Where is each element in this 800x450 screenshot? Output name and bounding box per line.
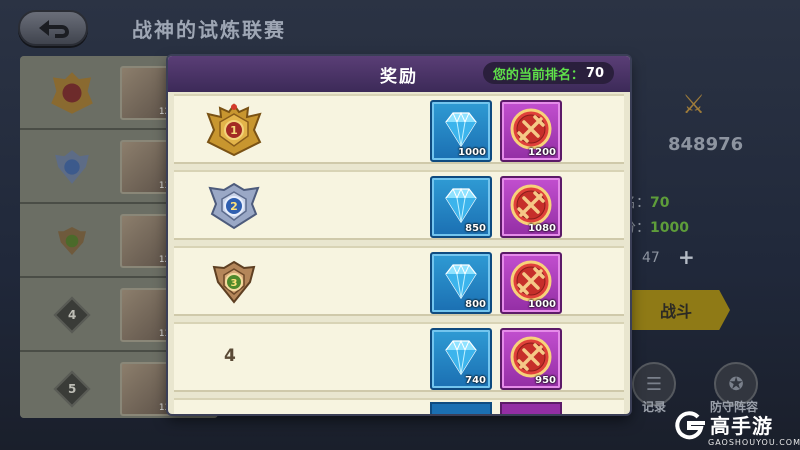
sword-medal-icon — [510, 336, 552, 378]
current-rank-value: 70 — [585, 65, 604, 81]
rank-diamond: 5 — [53, 370, 91, 408]
ticket-count: 47 — [642, 250, 660, 266]
gem-quantity: 740 — [465, 375, 486, 386]
brand-logo-icon — [675, 411, 705, 440]
reward-row-partial — [174, 398, 624, 414]
add-ticket-button[interactable]: + — [678, 245, 695, 269]
dialog-header: 奖励 您的当前排名： 70 — [168, 56, 630, 92]
watermark: 高手游 GAOSHOUYOU.COM — [672, 408, 800, 450]
coin-quantity: 950 — [535, 375, 556, 386]
reward-row-rank-3: 3 800 1000 — [174, 246, 624, 316]
fight-button[interactable]: 战斗 — [622, 290, 730, 330]
svg-text:3: 3 — [231, 278, 238, 289]
rank-badge-silver-icon — [38, 140, 106, 194]
score-stat: 分：1000 — [622, 220, 689, 236]
reward-row-rank-2: 2 850 1080 — [174, 170, 624, 240]
game-screen: 战神的试炼联赛 123 134 123 4 136 — [0, 0, 800, 450]
diamond-icon — [445, 263, 477, 300]
gem-quantity: 850 — [465, 223, 486, 234]
gem-quantity: 1000 — [458, 147, 486, 158]
coin-quantity: 1080 — [528, 223, 556, 234]
sword-medal-icon — [510, 108, 552, 150]
coin-reward[interactable]: 1000 — [500, 252, 562, 314]
gem-reward-partial — [430, 402, 492, 414]
back-arrow-icon — [39, 20, 69, 38]
reward-dialog: 奖励 您的当前排名： 70 1 1000 1200 2 850 1080 3 8… — [168, 56, 630, 414]
sword-medal-icon — [510, 260, 552, 302]
crossed-swords-icon: ⚔ — [682, 90, 706, 120]
coin-quantity: 1200 — [528, 147, 556, 158]
svg-text:1: 1 — [230, 124, 238, 137]
page-title: 战神的试炼联赛 — [132, 18, 286, 42]
rank-number: 4 — [224, 346, 236, 366]
reward-row-rank-1: 1 1000 1200 — [174, 94, 624, 164]
sword-medal-icon — [510, 184, 552, 226]
svg-text:2: 2 — [230, 200, 238, 213]
rank-badge-bronze-icon: 3 — [204, 254, 264, 310]
current-rank-label: 您的当前排名： — [492, 67, 584, 83]
brand-url: GAOSHOUYOU.COM — [708, 438, 800, 447]
coin-quantity: 1000 — [528, 299, 556, 310]
gem-quantity: 800 — [465, 299, 486, 310]
gem-reward[interactable]: 850 — [430, 176, 492, 238]
diamond-icon — [445, 339, 477, 376]
gem-reward[interactable]: 740 — [430, 328, 492, 390]
player-panel: ⚔ 848976 名：70 分：1000 47 + 战斗 ☰ 记录 ✪ 防守阵容 — [622, 52, 780, 422]
back-button[interactable] — [18, 10, 88, 46]
current-rank-badge: 您的当前排名： 70 — [482, 62, 614, 84]
coin-reward[interactable]: 950 — [500, 328, 562, 390]
gem-reward[interactable]: 1000 — [430, 100, 492, 162]
rank-badge-gold-icon: 1 — [204, 102, 264, 158]
diamond-icon — [445, 111, 477, 148]
brand-name: 高手游 — [710, 414, 773, 438]
coin-reward-partial — [500, 402, 562, 414]
scroll-icon: ☰ — [645, 373, 663, 395]
shield-icon: ✪ — [728, 373, 744, 395]
diamond-icon — [445, 187, 477, 224]
rank-badge-silver-icon: 2 — [204, 178, 264, 234]
gem-reward[interactable]: 800 — [430, 252, 492, 314]
coin-reward[interactable]: 1200 — [500, 100, 562, 162]
rank-badge-bronze-icon — [38, 214, 106, 268]
record-label: 记录 — [642, 400, 667, 414]
rank-diamond: 4 — [53, 296, 91, 334]
power-value: 848976 — [668, 134, 744, 155]
reward-row-rank-4: 4 740 950 — [174, 322, 624, 392]
coin-reward[interactable]: 1080 — [500, 176, 562, 238]
rank-badge-gold-icon — [38, 66, 106, 120]
